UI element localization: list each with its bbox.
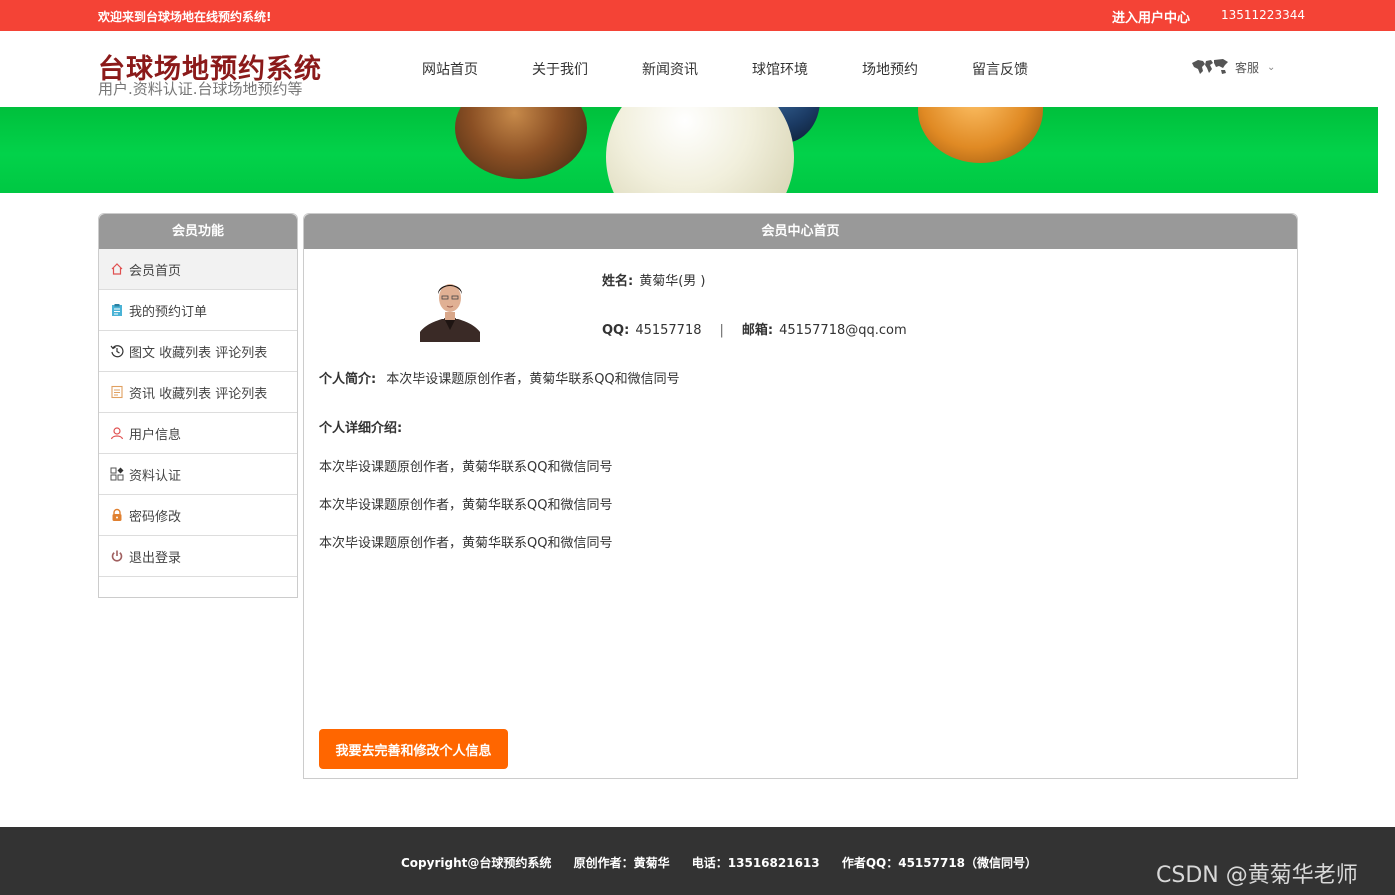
- user-avatar: [420, 274, 480, 342]
- nav-booking[interactable]: 场地预约: [862, 59, 972, 79]
- sidebar-item-my-orders[interactable]: 我的预约订单: [99, 290, 297, 331]
- brown-ball-image: [455, 107, 587, 179]
- detail-label: 个人详细介绍:: [319, 417, 402, 436]
- site-footer: Copyright@台球预约系统 原创作者：黄菊华 电话：13516821613…: [0, 827, 1395, 895]
- sidebar-item-change-password[interactable]: 密码修改: [99, 495, 297, 536]
- home-icon: [110, 262, 124, 276]
- panel-title: 会员中心首页: [304, 214, 1297, 249]
- detail-line-2: 本次毕设课题原创作者，黄菊华联系QQ和微信同号: [319, 498, 613, 513]
- sidebar-item-logout[interactable]: 退出登录: [99, 536, 297, 577]
- detail-line-1: 本次毕设课题原创作者，黄菊华联系QQ和微信同号: [319, 460, 613, 475]
- intro-value: 本次毕设课题原创作者，黄菊华联系QQ和微信同号: [386, 372, 680, 387]
- edit-profile-button[interactable]: 我要去完善和修改个人信息: [319, 729, 508, 769]
- welcome-text: 欢迎来到台球场地在线预约系统!: [98, 10, 272, 24]
- sidebar-item-label: 会员首页: [129, 263, 182, 279]
- sidebar-item-label: 资料认证: [129, 468, 182, 484]
- member-sidebar: 会员功能 会员首页 我的预约订单 图文 收藏列表 评论列表 资讯 收藏列表 评论…: [98, 213, 298, 598]
- footer-author: 原创作者：黄菊华: [573, 856, 670, 870]
- name-value: 黄菊华(男 ): [639, 274, 706, 289]
- clipboard-icon: [110, 303, 124, 317]
- sidebar-item-user-info[interactable]: 用户信息: [99, 413, 297, 454]
- footer-copyright: Copyright@台球预约系统: [401, 856, 552, 870]
- chevron-down-icon: ⌄: [1267, 61, 1276, 73]
- document-icon: [110, 385, 124, 399]
- member-center-panel: 会员中心首页 姓名: 黄菊华(男 ) QQ: 45157718 | 邮箱: 4515771…: [303, 213, 1298, 779]
- main-nav: 网站首页 关于我们 新闻资讯 球馆环境 场地预约 留言反馈: [422, 59, 1082, 79]
- sidebar-title: 会员功能: [99, 214, 297, 249]
- lock-icon: [110, 508, 124, 522]
- nav-news[interactable]: 新闻资讯: [642, 59, 752, 79]
- footer-info: Copyright@台球预约系统 原创作者：黄菊华 电话：13516821613…: [401, 854, 1055, 871]
- contact-field: QQ: 45157718 | 邮箱: 45157718@qq.com: [602, 319, 907, 338]
- detail-heading: 个人详细介绍:: [319, 421, 403, 436]
- power-icon: [110, 549, 124, 563]
- nav-feedback[interactable]: 留言反馈: [972, 59, 1082, 79]
- sidebar-item-label: 图文 收藏列表 评论列表: [129, 345, 268, 361]
- orange-ball-image: [918, 107, 1043, 163]
- sidebar-item-member-home[interactable]: 会员首页: [99, 249, 297, 290]
- contact-separator: |: [719, 323, 724, 338]
- nav-environment[interactable]: 球馆环境: [752, 59, 862, 79]
- site-header: 台球场地预约系统 用户.资料认证.台球场地预约等 网站首页 关于我们 新闻资讯 …: [0, 31, 1395, 107]
- grid-icon: [110, 467, 124, 481]
- user-icon: [110, 426, 124, 440]
- world-map-icon: [1192, 59, 1228, 74]
- sidebar-item-label: 退出登录: [129, 550, 182, 566]
- footer-qq: 作者QQ：45157718（微信同号）: [841, 856, 1038, 870]
- footer-phone: 电话：13516821613: [691, 856, 820, 870]
- site-subtitle: 用户.资料认证.台球场地预约等: [98, 80, 303, 98]
- sidebar-item-label: 用户信息: [129, 427, 182, 443]
- qq-label: QQ:: [602, 323, 630, 338]
- intro-field: 个人简介: 本次毕设课题原创作者，黄菊华联系QQ和微信同号: [319, 368, 680, 387]
- nav-about[interactable]: 关于我们: [532, 59, 642, 79]
- intro-label: 个人简介:: [319, 372, 377, 387]
- user-center-link[interactable]: 进入用户中心: [1112, 7, 1190, 26]
- nav-home[interactable]: 网站首页: [422, 59, 532, 79]
- service-label: 客服: [1235, 60, 1260, 75]
- name-label: 姓名:: [602, 274, 634, 289]
- qq-value: 45157718: [635, 323, 702, 338]
- history-icon: [110, 344, 124, 358]
- csdn-watermark: CSDN @黄菊华老师: [1156, 863, 1358, 888]
- top-phone: 13511223344: [1221, 8, 1305, 22]
- customer-service-dropdown[interactable]: 客服 ⌄: [1190, 57, 1275, 77]
- sidebar-item-article-favorites[interactable]: 图文 收藏列表 评论列表: [99, 331, 297, 372]
- sidebar-item-label: 资讯 收藏列表 评论列表: [129, 386, 268, 402]
- banner-image: [0, 107, 1378, 193]
- sidebar-item-label: 我的预约订单: [129, 304, 208, 320]
- sidebar-item-verification[interactable]: 资料认证: [99, 454, 297, 495]
- email-value: 45157718@qq.com: [779, 323, 907, 338]
- sidebar-item-news-favorites[interactable]: 资讯 收藏列表 评论列表: [99, 372, 297, 413]
- name-field: 姓名: 黄菊华(男 ): [602, 270, 705, 289]
- top-bar: 欢迎来到台球场地在线预约系统! 进入用户中心 13511223344: [0, 0, 1395, 31]
- white-cue-ball-image: [606, 107, 794, 193]
- email-label: 邮箱:: [741, 323, 774, 338]
- detail-line-3: 本次毕设课题原创作者，黄菊华联系QQ和微信同号: [319, 536, 613, 551]
- sidebar-item-label: 密码修改: [129, 509, 182, 525]
